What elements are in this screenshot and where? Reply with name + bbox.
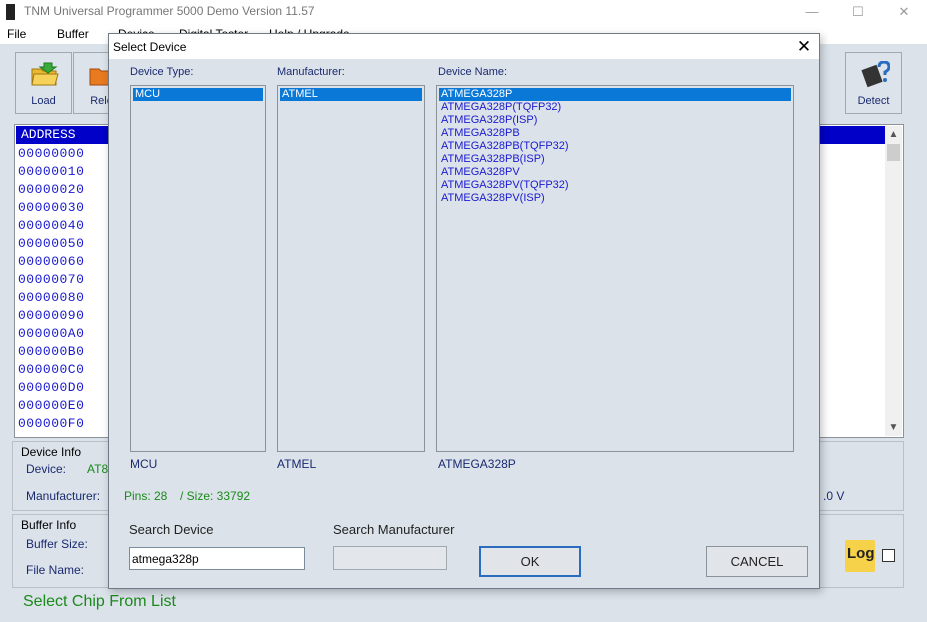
detect-button[interactable]: Detect bbox=[845, 52, 902, 114]
hex-row: 000000B0 bbox=[18, 344, 85, 359]
search-device-label: Search Device bbox=[129, 522, 214, 537]
list-item[interactable]: ATMEGA328PB bbox=[439, 127, 791, 140]
log-checkbox[interactable] bbox=[882, 549, 895, 562]
dialog-titlebar: Select Device ✕ bbox=[109, 34, 819, 59]
device-name-list[interactable]: ATMEGA328P ATMEGA328P(TQFP32) ATMEGA328P… bbox=[436, 85, 794, 452]
dialog-close-icon[interactable]: ✕ bbox=[789, 34, 819, 59]
list-item[interactable]: ATMEGA328P(TQFP32) bbox=[439, 101, 791, 114]
list-item[interactable]: ATMEGA328PV(TQFP32) bbox=[439, 179, 791, 192]
hex-row: 00000030 bbox=[18, 200, 85, 215]
menu-file[interactable]: File bbox=[7, 27, 26, 41]
hex-row: 000000A0 bbox=[18, 326, 85, 341]
hex-row: 00000090 bbox=[18, 308, 85, 323]
device-type-list[interactable]: MCU bbox=[130, 85, 266, 452]
selected-device-value: ATMEGA328P bbox=[438, 457, 516, 471]
load-button[interactable]: Load bbox=[15, 52, 72, 114]
cancel-button[interactable]: CANCEL bbox=[706, 546, 808, 577]
menu-buffer[interactable]: Buffer bbox=[57, 27, 89, 41]
scroll-thumb[interactable] bbox=[887, 144, 900, 161]
file-name-label: File Name: bbox=[26, 563, 85, 577]
app-title: TNM Universal Programmer 5000 Demo Versi… bbox=[24, 4, 315, 18]
hex-row: 00000060 bbox=[18, 254, 85, 269]
load-label: Load bbox=[31, 95, 56, 107]
list-item[interactable]: ATMEGA328PV(ISP) bbox=[439, 192, 791, 205]
manufacturer-label: Manufacturer: bbox=[26, 489, 101, 503]
list-item[interactable]: ATMEGA328PV bbox=[439, 166, 791, 179]
device-info-title: Device Info bbox=[21, 445, 82, 459]
buffer-info-title: Buffer Info bbox=[21, 518, 77, 532]
hex-scrollbar[interactable]: ▲ ▼ bbox=[885, 126, 902, 436]
hex-row: 000000E0 bbox=[18, 398, 85, 413]
search-manufacturer-label: Search Manufacturer bbox=[333, 522, 455, 537]
hex-row: 00000040 bbox=[18, 218, 85, 233]
hex-row: 00000080 bbox=[18, 290, 85, 305]
device-name-label: Device Name: bbox=[438, 66, 508, 78]
status-text: Select Chip From List bbox=[23, 593, 176, 610]
hex-row: 00000050 bbox=[18, 236, 85, 251]
close-button[interactable]: ✕ bbox=[881, 0, 927, 24]
hex-rows: 00000000 00000010 00000020 00000030 0000… bbox=[18, 145, 84, 433]
search-manufacturer-input[interactable] bbox=[333, 546, 447, 570]
ok-button[interactable]: OK bbox=[479, 546, 581, 577]
device-label: Device: bbox=[26, 462, 67, 476]
list-item[interactable]: ATMEGA328P bbox=[439, 88, 791, 101]
detect-label: Detect bbox=[857, 95, 890, 107]
hex-row: 000000D0 bbox=[18, 380, 85, 395]
folder-open-icon bbox=[31, 62, 59, 86]
pins-value: Pins: 28 bbox=[124, 489, 168, 503]
manufacturer-list[interactable]: ATMEL bbox=[277, 85, 425, 452]
voltage-value: .0 V bbox=[823, 489, 845, 503]
hex-row: 00000070 bbox=[18, 272, 85, 287]
hex-row: 000000F0 bbox=[18, 416, 85, 431]
select-device-dialog: Select Device ✕ Device Type: Manufacture… bbox=[108, 33, 820, 589]
device-type-label: Device Type: bbox=[130, 66, 194, 78]
chip-detect-icon bbox=[861, 61, 890, 88]
app-icon bbox=[6, 4, 15, 20]
minimize-button[interactable]: — bbox=[789, 0, 835, 24]
list-item[interactable]: ATMEGA328PB(TQFP32) bbox=[439, 140, 791, 153]
buffer-size-label: Buffer Size: bbox=[26, 537, 88, 551]
list-item[interactable]: ATMEGA328PB(ISP) bbox=[439, 153, 791, 166]
list-item[interactable]: ATMEL bbox=[280, 88, 422, 101]
log-label: Log bbox=[847, 545, 875, 562]
device-value: AT8 bbox=[87, 462, 109, 476]
list-item[interactable]: ATMEGA328P(ISP) bbox=[439, 114, 791, 127]
scroll-down-icon[interactable]: ▼ bbox=[885, 419, 902, 436]
scroll-up-icon[interactable]: ▲ bbox=[885, 126, 902, 143]
hex-row: 000000C0 bbox=[18, 362, 85, 377]
maximize-button[interactable]: ☐ bbox=[835, 0, 881, 24]
search-device-input[interactable] bbox=[129, 547, 305, 570]
hex-row: 00000000 bbox=[18, 146, 85, 161]
list-item[interactable]: MCU bbox=[133, 88, 263, 101]
main-titlebar: TNM Universal Programmer 5000 Demo Versi… bbox=[0, 0, 927, 24]
dialog-title: Select Device bbox=[113, 40, 187, 54]
selected-manufacturer-value: ATMEL bbox=[277, 457, 317, 471]
hex-row: 00000020 bbox=[18, 182, 85, 197]
selected-type-value: MCU bbox=[130, 457, 158, 471]
manufacturer-column-label: Manufacturer: bbox=[277, 66, 345, 78]
hex-row: 00000010 bbox=[18, 164, 85, 179]
size-value: / Size: 33792 bbox=[180, 489, 251, 503]
